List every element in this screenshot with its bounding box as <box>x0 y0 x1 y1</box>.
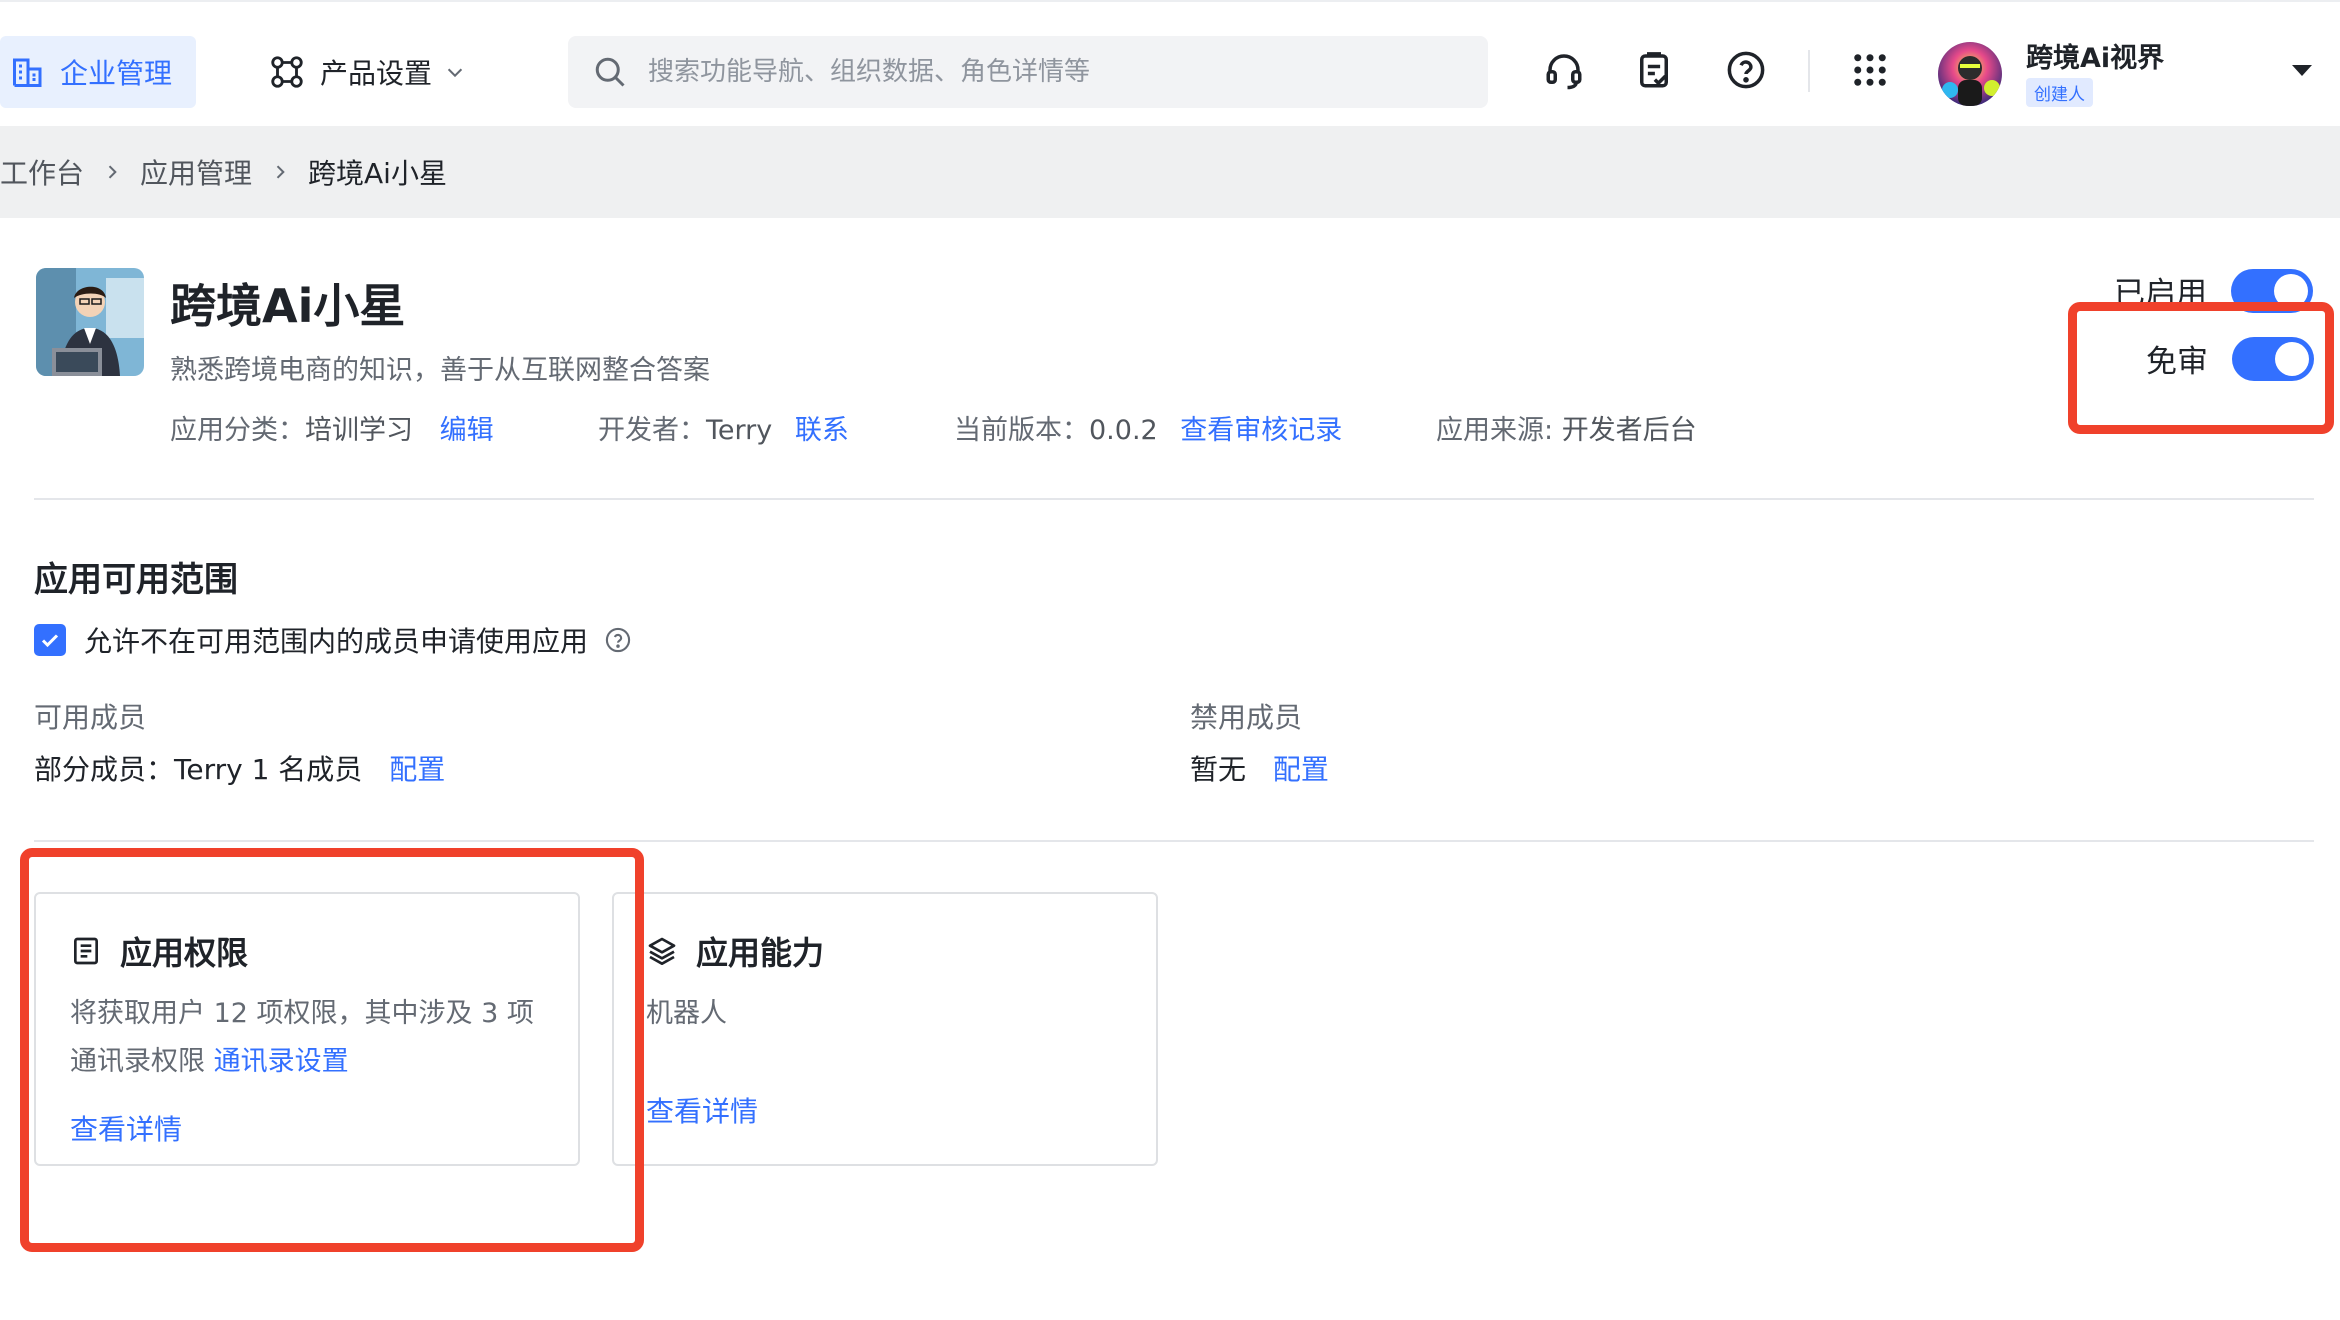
nav-product-label: 产品设置 <box>320 57 433 90</box>
banned-members-text: 暂无 <box>1190 753 1247 786</box>
edit-category-link[interactable]: 编辑 <box>440 415 494 446</box>
toolbar-divider <box>1808 50 1810 92</box>
breadcrumb-workbench[interactable]: 工作台 <box>0 152 84 192</box>
breadcrumb-app-management[interactable]: 应用管理 <box>140 152 252 192</box>
search-icon <box>595 57 625 87</box>
layers-icon <box>648 937 676 965</box>
help-icon <box>1727 51 1765 89</box>
breadcrumb-current-app: 跨境Ai小星 <box>308 157 447 190</box>
available-members-text: 部分成员：Terry 1 名成员 <box>34 753 363 786</box>
contact-developer-link[interactable]: 联系 <box>795 415 849 446</box>
available-members-value: 部分成员：Terry 1 名成员 配置 <box>34 748 445 788</box>
capability-card-title: 应用能力 <box>646 928 824 974</box>
app-category-value: 培训学习 <box>305 415 413 446</box>
nav-enterprise-management[interactable]: 企业管理 <box>0 36 196 108</box>
grid-icon <box>1854 54 1886 86</box>
app-description: 熟悉跨境电商的知识，善于从互联网整合答案 <box>170 355 710 386</box>
approval-tasks-button[interactable] <box>1630 46 1678 94</box>
chevron-down-icon <box>447 68 463 78</box>
nav-product-settings[interactable]: 产品设置 <box>268 36 466 108</box>
header-divider <box>34 498 2314 500</box>
app-title: 跨境Ai小星 <box>170 279 406 333</box>
allow-apply-checkbox[interactable] <box>34 624 66 656</box>
capability-card: 应用能力 机器人 查看详情 <box>612 892 1158 1166</box>
app-category-label: 应用分类： <box>170 415 305 446</box>
building-icon <box>13 58 42 87</box>
configure-available-link[interactable]: 配置 <box>389 753 445 786</box>
help-circle-icon[interactable] <box>604 626 632 654</box>
user-role-badge: 创建人 <box>2026 78 2093 107</box>
app-logo <box>36 268 144 376</box>
app-category: 应用分类：培训学习 编辑 <box>170 408 494 447</box>
top-navigation-bar: 企业管理 产品设置 搜索功能导航、组织数据、角色详情等 跨境Ai视界 创建人 <box>0 0 2340 126</box>
chevron-right-icon <box>276 165 285 179</box>
chevron-right-icon <box>108 165 117 179</box>
allow-apply-label: 允许不在可用范围内的成员申请使用应用 <box>84 625 589 658</box>
app-source: 应用来源: 开发者后台 <box>1436 408 1697 447</box>
capability-description: 机器人 <box>646 998 727 1029</box>
banned-members-label: 禁用成员 <box>1190 701 1303 734</box>
customer-service-button[interactable] <box>1540 46 1588 94</box>
app-source-value: 开发者后台 <box>1561 415 1697 446</box>
exempt-highlight-box <box>2068 302 2334 434</box>
capability-title-text: 应用能力 <box>696 934 825 972</box>
app-source-label: 应用来源: <box>1436 415 1562 446</box>
banned-members-value: 暂无 配置 <box>1190 748 1329 788</box>
nav-enterprise-label: 企业管理 <box>60 57 173 90</box>
allow-apply-option: 允许不在可用范围内的成员申请使用应用 <box>34 620 632 660</box>
help-button[interactable] <box>1722 46 1770 94</box>
permission-highlight-box <box>20 848 644 1252</box>
app-version: 当前版本：0.0.2 查看审核记录 <box>954 408 1342 447</box>
user-avatar[interactable] <box>1938 42 2002 106</box>
app-developer-value: Terry <box>706 415 773 446</box>
app-version-value: 0.0.2 <box>1089 415 1158 446</box>
app-version-label: 当前版本： <box>954 415 1089 446</box>
scope-divider <box>34 840 2314 842</box>
user-name: 跨境Ai视界 <box>2026 43 2165 74</box>
headset-icon <box>1546 54 1582 90</box>
avatar-image <box>1938 42 2002 106</box>
caret-down-icon[interactable] <box>2290 62 2314 78</box>
capability-details-link[interactable]: 查看详情 <box>646 1090 758 1130</box>
app-logo-image <box>36 268 144 376</box>
product-settings-icon <box>271 56 303 88</box>
app-developer-label: 开发者： <box>598 415 706 446</box>
scope-section-title: 应用可用范围 <box>34 560 238 600</box>
app-developer: 开发者：Terry 联系 <box>598 408 849 447</box>
clipboard-icon <box>1640 52 1668 88</box>
view-audit-records-link[interactable]: 查看审核记录 <box>1180 415 1342 446</box>
search-input[interactable] <box>648 57 1468 87</box>
breadcrumb: 工作台 应用管理 跨境Ai小星 <box>0 126 2340 218</box>
check-icon <box>41 634 59 648</box>
configure-banned-link[interactable]: 配置 <box>1273 753 1329 786</box>
available-members-label: 可用成员 <box>34 701 147 734</box>
global-search[interactable] <box>568 36 1488 108</box>
app-launcher-button[interactable] <box>1846 46 1894 94</box>
